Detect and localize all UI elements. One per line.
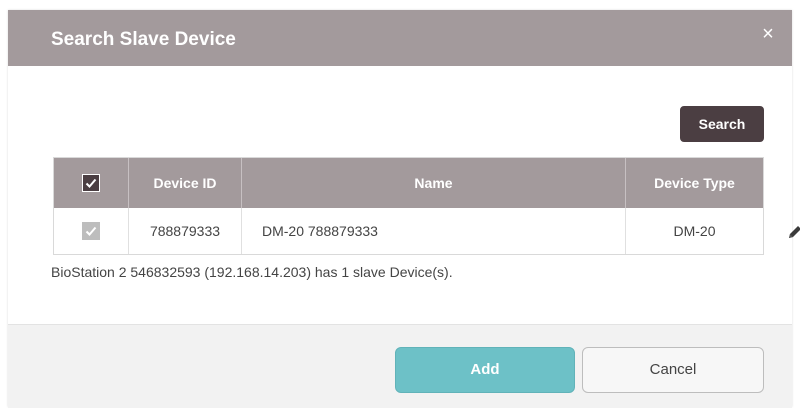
search-button[interactable]: Search [680, 106, 764, 142]
header-checkbox-cell [54, 158, 129, 208]
device-id-cell: 788879333 [129, 208, 242, 254]
device-type-cell: DM-20 [673, 223, 716, 239]
column-header-device-type[interactable]: Device Type [626, 158, 763, 208]
check-icon [85, 226, 97, 236]
add-button[interactable]: Add [395, 347, 575, 393]
dialog-title: Search Slave Device [51, 29, 236, 50]
select-all-checkbox[interactable] [82, 174, 100, 192]
device-name-value: DM-20 788879333 [262, 223, 378, 239]
row-checkbox[interactable] [82, 222, 100, 240]
row-checkbox-cell [54, 208, 129, 254]
dialog-footer: Add Cancel [8, 324, 792, 408]
slave-count-status: BioStation 2 546832593 (192.168.14.203) … [51, 264, 453, 280]
dialog-title-bar: Search Slave Device × [8, 10, 792, 66]
table-header-row: Device ID Name Device Type [54, 158, 763, 208]
name-cell: DM-20 788879333 [242, 208, 800, 254]
check-icon [85, 178, 97, 188]
search-slave-device-dialog: Search Slave Device × Search Device ID N… [8, 10, 800, 408]
close-icon[interactable]: × [754, 20, 782, 48]
cancel-button[interactable]: Cancel [582, 347, 764, 393]
pencil-icon[interactable] [786, 223, 800, 241]
column-header-device-id[interactable]: Device ID [129, 158, 242, 208]
slave-device-table: Device ID Name Device Type 788879333 DM-… [53, 157, 800, 255]
column-header-name[interactable]: Name [242, 158, 626, 208]
table-row[interactable]: 788879333 DM-20 788879333 DM-20 [54, 208, 800, 254]
